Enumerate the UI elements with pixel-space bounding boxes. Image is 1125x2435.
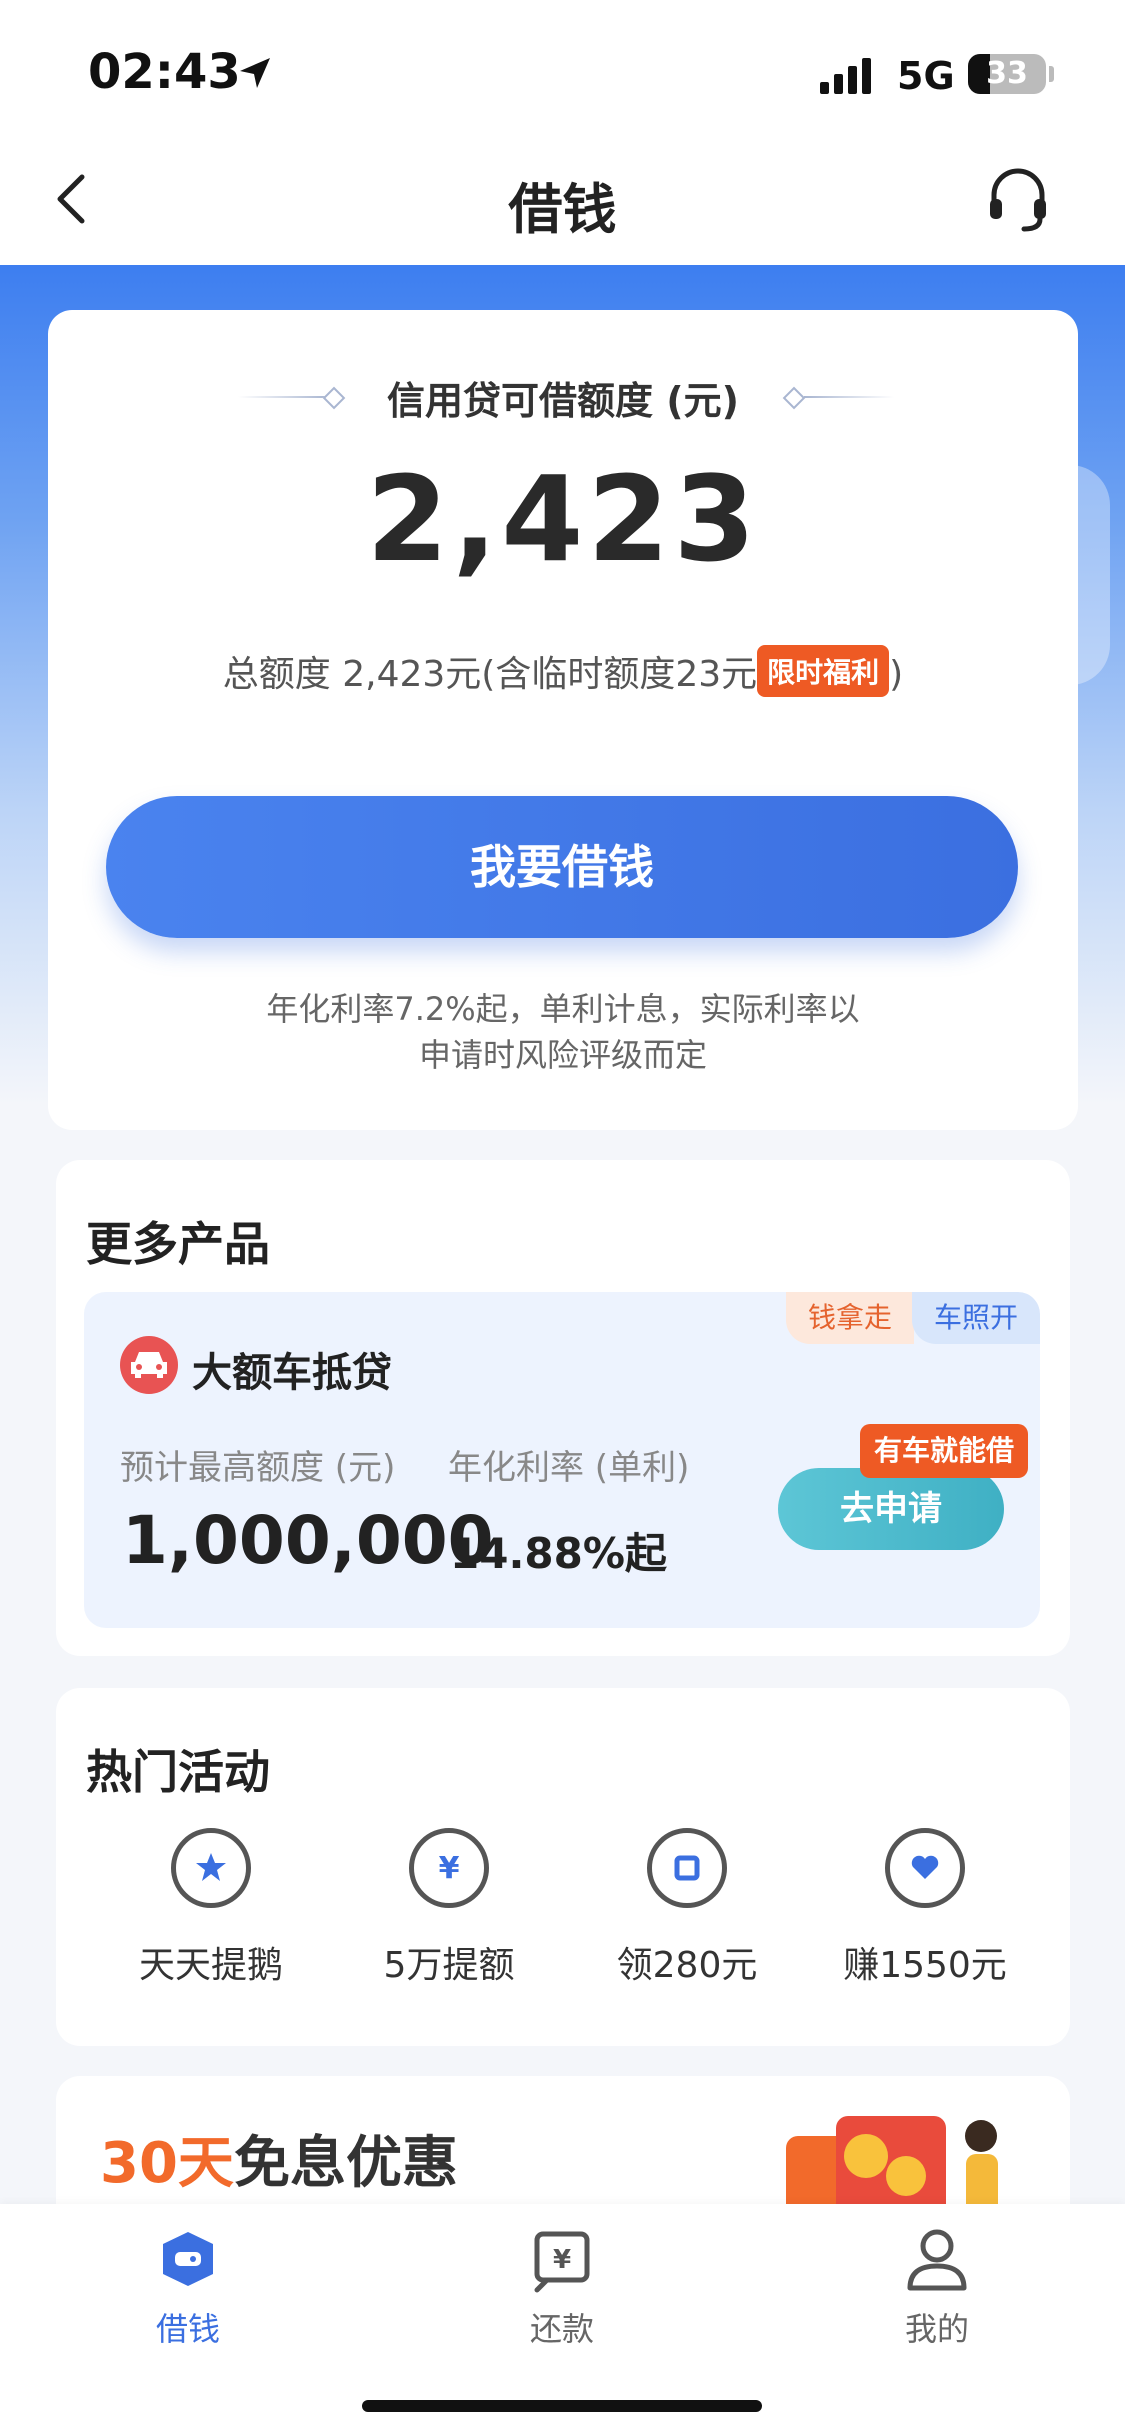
borrow-button[interactable]: 我要借钱 bbox=[106, 796, 1018, 938]
tab-label: 借钱 bbox=[155, 2310, 220, 2348]
svg-text:¥: ¥ bbox=[553, 2245, 571, 2275]
rate-note-line2: 申请时风险评级而定 bbox=[418, 1036, 707, 1074]
battery-icon: 33 bbox=[968, 54, 1046, 94]
car-loan-product[interactable]: 钱拿走 车照开 大额车抵贷 预计最高额度 (元) 年化利率 (单利) 1,000… bbox=[84, 1292, 1040, 1628]
rate-note: 年化利率7.2%起，单利计息，实际利率以 申请时风险评级而定 bbox=[48, 986, 1078, 1078]
hot-activities-title: 热门活动 bbox=[86, 1745, 270, 1799]
annual-rate-value: 14.88%起 bbox=[450, 1529, 667, 1578]
bottom-tab-bar: 借钱 ¥ 还款 我的 bbox=[0, 2204, 1125, 2435]
wallet-icon bbox=[153, 2224, 223, 2294]
max-limit-label: 预计最高额度 (元) bbox=[120, 1448, 396, 1488]
total-limit-text: 总额度 2,423元(含临时额度23元 bbox=[222, 654, 758, 695]
promo-title: 30天免息优惠 bbox=[100, 2118, 458, 2199]
credit-limit-card: 信用贷可借额度 (元) 2,423 总额度 2,423元(含临时额度23元 限时福… bbox=[48, 310, 1078, 1130]
network-label: 5G bbox=[897, 54, 955, 98]
tab-borrow[interactable]: 借钱 bbox=[88, 2224, 288, 2350]
location-arrow-icon bbox=[240, 58, 270, 88]
annual-rate-label: 年化利率 (单利) bbox=[448, 1448, 690, 1488]
tab-repay[interactable]: ¥ 还款 bbox=[462, 2224, 662, 2350]
limited-offer-badge[interactable]: 限时福利 bbox=[757, 645, 890, 697]
activity-item[interactable]: 赚1550元 bbox=[805, 1828, 1045, 1988]
more-products-card: 更多产品 钱拿走 车照开 大额车抵贷 预计最高额度 (元) 年化利率 (单利) … bbox=[56, 1160, 1070, 1656]
available-amount: 2,423 bbox=[366, 450, 760, 588]
credit-limit-title: 信用贷可借额度 (元) bbox=[387, 379, 739, 423]
title-deco-right bbox=[804, 396, 894, 398]
repay-icon: ¥ bbox=[527, 2224, 597, 2294]
activity-label: 天天提鹅 bbox=[138, 1945, 283, 1986]
promo-rest: 免息优惠 bbox=[233, 2131, 458, 2196]
heart-badge-icon bbox=[885, 1828, 965, 1908]
yuan-growth-icon: ¥ bbox=[409, 1828, 489, 1908]
nav-header: 借钱 bbox=[0, 145, 1125, 265]
max-limit-value: 1,000,000 bbox=[122, 1502, 494, 1579]
activity-label: 领280元 bbox=[616, 1945, 758, 1986]
car-icon bbox=[120, 1336, 178, 1394]
total-limit-line: 总额度 2,423元(含临时额度23元 限时福利) bbox=[48, 645, 1078, 697]
activity-item[interactable]: 领280元 bbox=[567, 1828, 807, 1988]
status-time: 02:43 bbox=[88, 44, 241, 100]
page-title: 借钱 bbox=[508, 178, 617, 241]
svg-text:¥: ¥ bbox=[439, 1851, 460, 1886]
activity-item[interactable]: ¥ 5万提额 bbox=[329, 1828, 569, 1988]
customer-service-icon[interactable] bbox=[986, 165, 1050, 235]
battery-level: 33 bbox=[986, 56, 1028, 91]
star-badge-icon bbox=[171, 1828, 251, 1908]
product-tag: 钱拿走 bbox=[786, 1292, 914, 1344]
tab-label: 我的 bbox=[904, 2310, 969, 2348]
profile-icon bbox=[902, 2224, 972, 2294]
activity-item[interactable]: 天天提鹅 bbox=[91, 1828, 331, 1988]
hot-activities-card: 热门活动 天天提鹅 ¥ 5万提额 领280元 赚1550元 bbox=[56, 1688, 1070, 2046]
tab-mine[interactable]: 我的 bbox=[837, 2224, 1037, 2350]
square-coin-icon bbox=[647, 1828, 727, 1908]
apply-badge: 有车就能借 bbox=[860, 1424, 1029, 1478]
activity-label: 5万提额 bbox=[383, 1945, 515, 1986]
promo-accent: 30天 bbox=[100, 2131, 234, 2196]
product-tag: 车照开 bbox=[912, 1292, 1040, 1344]
more-products-title: 更多产品 bbox=[86, 1217, 270, 1271]
activity-label: 赚1550元 bbox=[843, 1945, 1007, 1986]
apply-button[interactable]: 去申请 bbox=[778, 1468, 1004, 1550]
total-limit-close: ) bbox=[889, 654, 904, 695]
battery-cap bbox=[1049, 66, 1054, 82]
home-indicator bbox=[362, 2400, 762, 2412]
rate-note-line1: 年化利率7.2%起，单利计息，实际利率以 bbox=[266, 990, 860, 1028]
tab-label: 还款 bbox=[529, 2310, 594, 2348]
status-bar: 02:43 5G 33 bbox=[0, 0, 1125, 145]
signal-icon bbox=[820, 58, 871, 94]
product-name: 大额车抵贷 bbox=[192, 1350, 392, 1396]
